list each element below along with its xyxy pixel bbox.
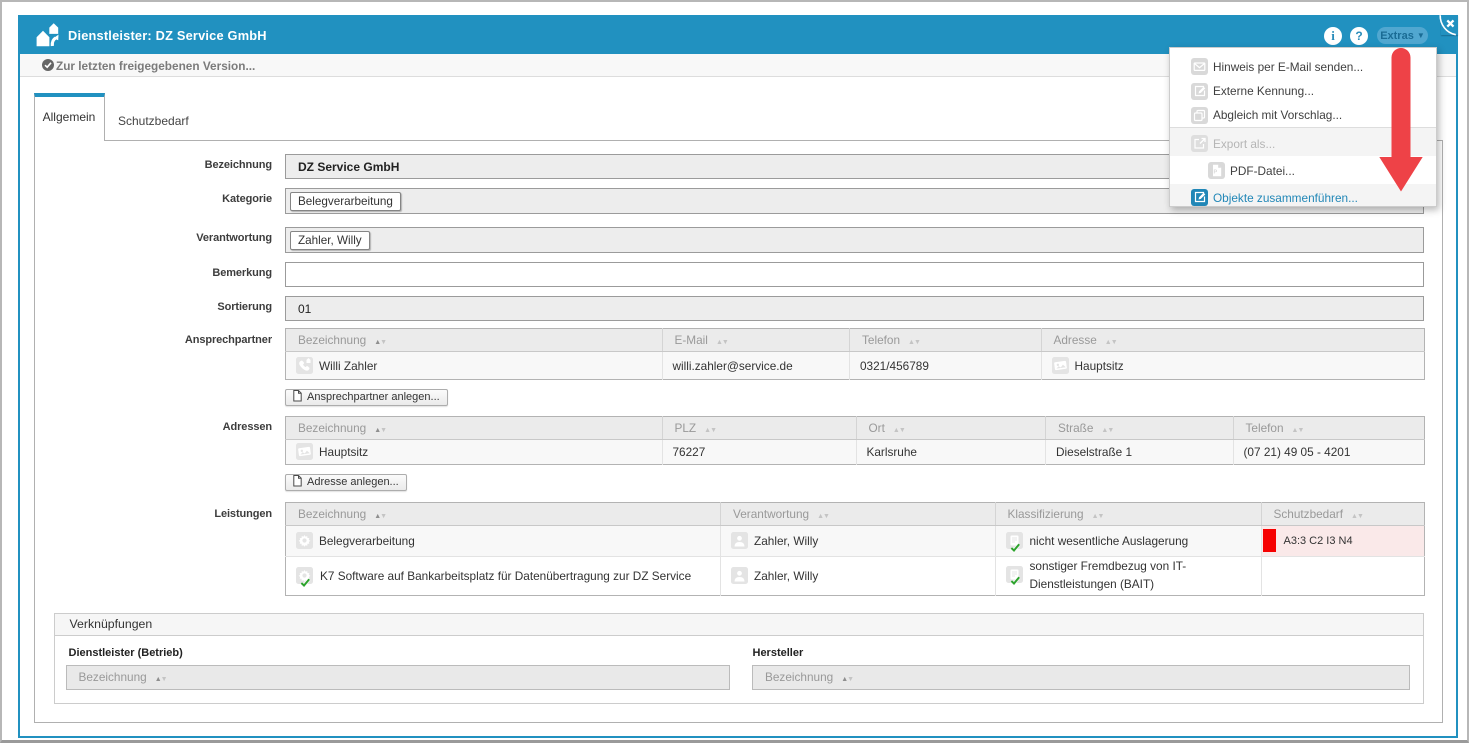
svg-text:P: P <box>1214 170 1218 176</box>
